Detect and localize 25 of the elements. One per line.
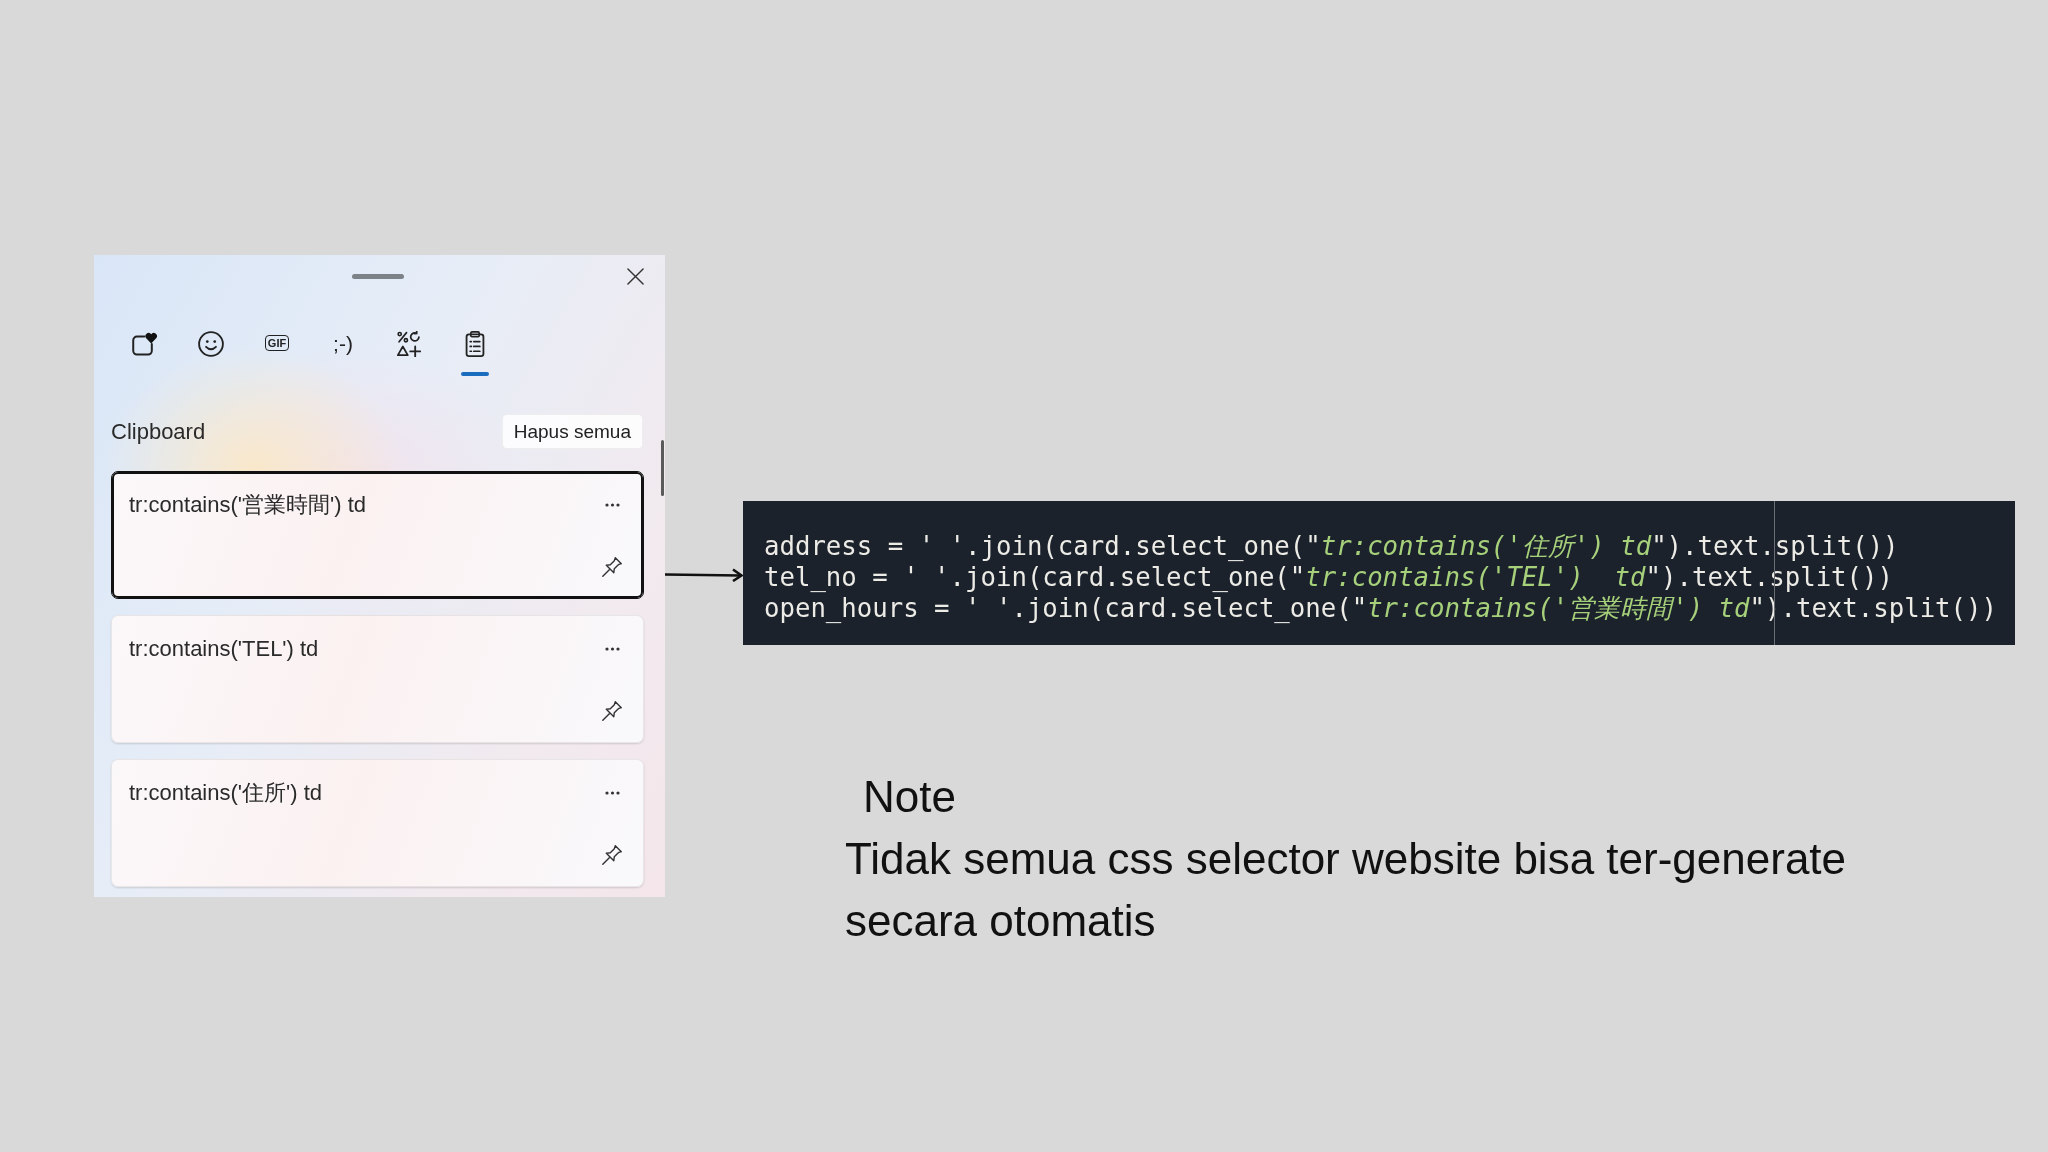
note-text: Tidak semua css selector website bisa ter-generate secara otomatis (845, 833, 1848, 947)
clipboard-item[interactable]: tr:contains('営業時間') td (111, 471, 644, 599)
drag-handle[interactable] (351, 273, 404, 279)
smiley-icon (198, 331, 224, 357)
more-icon (604, 647, 620, 651)
symbols-icon (396, 331, 422, 357)
pin-icon (602, 845, 622, 865)
clipboard-item[interactable]: tr:contains('TEL') td (111, 615, 644, 743)
kaomoji-tab[interactable]: ;-) (321, 331, 365, 377)
close-icon (626, 267, 644, 285)
close-button[interactable] (624, 265, 646, 287)
note-title: Note (863, 771, 956, 823)
code-line: address = ' '.join(card.select_one("tr:contains('住所') td").text.split()) (764, 531, 1900, 562)
pin-icon (602, 701, 622, 721)
scrollbar-thumb[interactable] (661, 440, 664, 496)
pin-icon (602, 557, 622, 577)
more-icon (604, 503, 620, 507)
code-line: open_hours = ' '.join(card.select_one("tr:contains('営業時間') td").text.split()) (764, 593, 1998, 624)
heart-square-icon (132, 331, 158, 357)
clipboard-item[interactable]: tr:contains('住所') td (111, 759, 644, 887)
clear-all-button[interactable]: Hapus semua (501, 414, 643, 449)
code-line: tel_no = ' '.join(card.select_one("tr:contains('TEL') td").text.split()) (764, 562, 1894, 593)
more-icon (604, 791, 620, 795)
section-title: Clipboard (111, 418, 206, 445)
gif-tab[interactable]: GIF (255, 331, 299, 377)
